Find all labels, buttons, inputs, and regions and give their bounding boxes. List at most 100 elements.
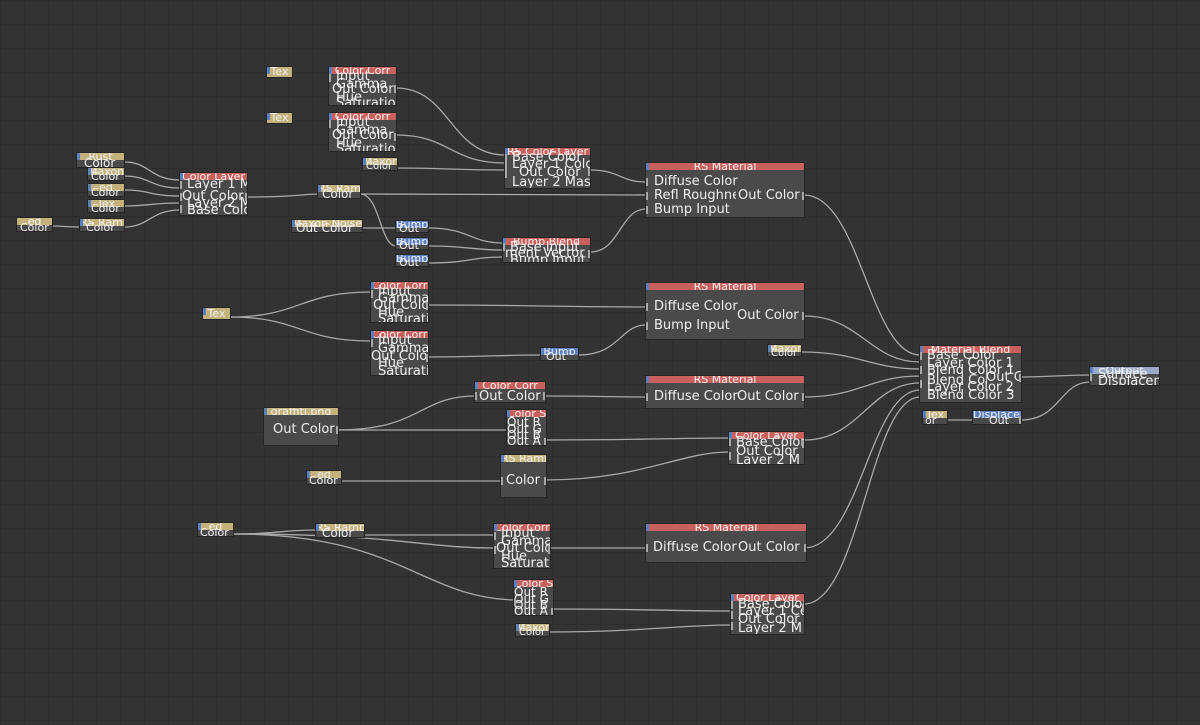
port-out-color[interactable]: Out Color [479, 390, 541, 402]
port-layer-2-mask[interactable]: Layer 2 Mask [512, 176, 590, 188]
input-socket[interactable] [494, 546, 496, 554]
color-layer-node-3[interactable]: Color Layer Base Color Out Color Layer 2… [729, 432, 804, 464]
rs-material-node-3[interactable]: RS Material Diffuse Color Out Color [646, 376, 804, 408]
output-socket[interactable] [1019, 374, 1021, 382]
port-color[interactable]: Color [322, 188, 353, 199]
port-out-a[interactable]: Out A [507, 435, 541, 446]
ramp-node-1[interactable]: RS Ramp Color [80, 219, 124, 231]
maxon-node-3[interactable]: Maxon Color [516, 624, 549, 636]
output-socket[interactable] [336, 426, 338, 434]
color-correct-node-6[interactable]: Color Corr Out Color [475, 382, 545, 402]
output-socket[interactable] [543, 392, 545, 400]
port-color[interactable]: Color [20, 221, 49, 231]
port-saturation[interactable]: Saturation [336, 97, 396, 105]
input-socket[interactable] [729, 452, 731, 460]
texture-node-small-3[interactable]: Tex Color [88, 200, 124, 212]
port-displacement[interactable]: Displacement [1098, 375, 1159, 385]
port-diffuse-color[interactable]: Diffuse Color [654, 300, 738, 313]
port-or[interactable]: or [925, 414, 936, 424]
color-correct-node-4[interactable]: Color Corr Input Gamma Out Color Hue Sat… [371, 331, 428, 375]
bump-node-1[interactable]: Bump Out [396, 221, 428, 232]
port-out-a[interactable]: Out A [514, 605, 548, 616]
color-correct-node-2[interactable]: Color Corr Input Gamma Out Color Hue Sat… [329, 113, 396, 151]
port-color[interactable]: Color [366, 160, 392, 170]
port-color[interactable]: Color [322, 527, 353, 538]
port-color[interactable]: Color [309, 474, 338, 484]
port-layer-2-mask[interactable]: Layer 2 M [738, 622, 802, 634]
ramp-node-2[interactable]: RS Ramp Color [318, 185, 360, 198]
port-out-color[interactable]: Out Color [737, 309, 799, 322]
output-socket[interactable] [426, 354, 428, 362]
output-socket[interactable] [804, 544, 806, 552]
port-out[interactable]: Out [399, 256, 419, 266]
output-socket[interactable] [245, 193, 247, 201]
color-layer-node-1[interactable]: RS Color Layer Base Color Layer 1 Color … [505, 148, 590, 188]
texture-node-1[interactable]: Tex [267, 67, 292, 77]
port-refl-roughness[interactable]: Refl Roughness [654, 189, 736, 202]
port-saturation[interactable]: Saturation [336, 143, 396, 151]
port-color[interactable]: Color [519, 626, 545, 636]
input-socket[interactable] [371, 339, 373, 347]
ramp-node-4[interactable]: RS Ramp Color [316, 524, 364, 537]
input-socket[interactable] [920, 352, 922, 360]
rs-material-node-2[interactable]: RS Material Diffuse Color Bump Input Out… [646, 283, 804, 339]
maxon-node[interactable]: Maxon Color [363, 158, 397, 170]
input-socket[interactable] [920, 366, 922, 374]
output-socket[interactable] [802, 192, 804, 200]
color-layer-node-4[interactable]: Color Layer Base Color Layer 1 Co Out Co… [731, 594, 804, 634]
port-bump-input[interactable]: Bump Input [510, 254, 586, 262]
port-out-color[interactable]: Out Color [986, 371, 1021, 384]
port-blend-color-3[interactable]: Blend Color 3 [927, 389, 1015, 402]
texture-node-small-6[interactable]: ed Color [198, 523, 233, 536]
port-bump-input[interactable]: Bump Input [654, 203, 730, 216]
input-socket[interactable] [505, 154, 507, 162]
port-saturation[interactable]: Saturation [378, 313, 428, 322]
input-socket[interactable] [505, 170, 507, 178]
bump-node-3[interactable]: Bump Out [396, 255, 428, 266]
texture-node-3[interactable]: Tex [203, 308, 230, 319]
color-layer-node-2[interactable]: Color Layer Layer 1 M Out Color Layer 2 … [180, 173, 247, 215]
port-out-color[interactable]: Out Color [738, 189, 800, 202]
input-socket[interactable] [180, 205, 182, 213]
ramp-node-3[interactable]: RS Ramp Color [501, 455, 546, 497]
port-saturation[interactable]: Saturation [501, 557, 550, 568]
port-color[interactable]: Color [86, 221, 115, 231]
port-color[interactable]: Color [91, 186, 120, 196]
color-correct-node-5[interactable]: Color Corr Input Gamma Out Color Hue Sat… [494, 524, 550, 568]
input-socket[interactable] [180, 181, 182, 189]
port-out[interactable]: Out [989, 414, 1009, 424]
input-socket[interactable] [505, 162, 507, 170]
port-saturation[interactable]: Saturation [378, 365, 428, 375]
texture-node-small-4[interactable]: ed Color [17, 218, 52, 231]
port-diffuse-color[interactable]: Diffuse Color [654, 175, 738, 188]
input-socket[interactable] [646, 192, 648, 200]
port-out-color[interactable]: Out Color [737, 390, 799, 403]
port-layer-2-mask[interactable]: Layer 2 M [736, 454, 800, 464]
input-socket[interactable] [371, 290, 373, 298]
port-bump-input[interactable]: Bump Input [654, 319, 730, 332]
port-color[interactable]: Color [84, 157, 115, 168]
color-split-node-1[interactable]: Color Split Out R Out G Out B Out A [507, 410, 546, 445]
port-out[interactable]: Out [546, 350, 566, 360]
port-color[interactable]: Color [200, 526, 229, 536]
output-socket[interactable] [544, 438, 546, 445]
input-socket[interactable] [329, 74, 331, 82]
port-out[interactable]: Out [399, 222, 419, 232]
port-out[interactable]: Out [399, 239, 419, 249]
input-socket[interactable] [1090, 373, 1092, 381]
maxon-node-2[interactable]: Maxon Color [768, 345, 801, 356]
input-socket[interactable] [646, 303, 648, 311]
input-socket[interactable] [503, 243, 505, 251]
maxon-noise-node[interactable]: Maxon Noise Out Color [292, 220, 362, 232]
texture-node-2[interactable]: Tex [267, 113, 292, 123]
output-socket[interactable] [588, 168, 590, 176]
texture-node-small-7[interactable]: Tex or [923, 411, 947, 424]
node-editor-canvas[interactable]: RS Material Diffuse Color Refl Roughness… [0, 0, 1200, 725]
color-correct-node-1[interactable]: Color Corr Input Gamma Out Color Hue Sat… [329, 67, 396, 105]
port-out-color[interactable]: Out Color [738, 541, 800, 554]
port-color[interactable]: Color [91, 202, 120, 212]
port-out-color[interactable]: Out Color [296, 222, 353, 233]
output-socket[interactable] [426, 302, 428, 310]
output-node[interactable]: Output Surface Displacement [1090, 367, 1159, 385]
input-socket[interactable] [329, 120, 331, 128]
